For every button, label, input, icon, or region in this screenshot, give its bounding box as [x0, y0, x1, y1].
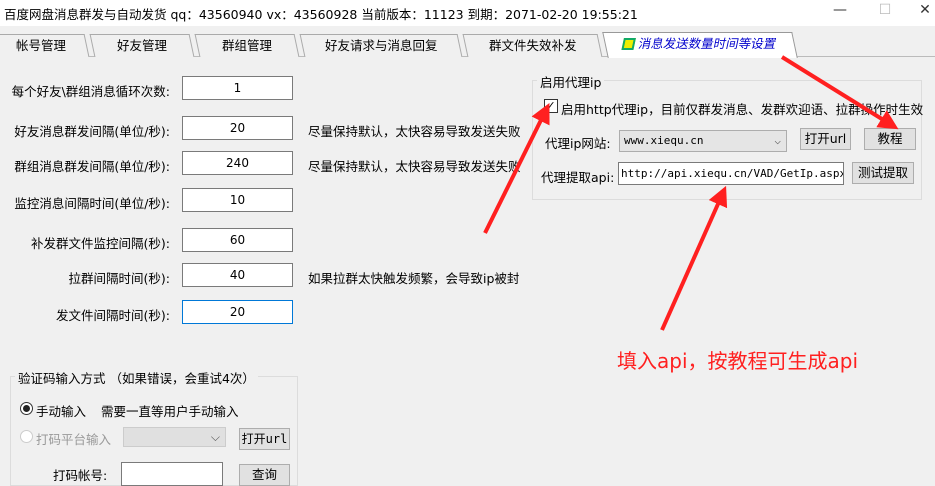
captcha-account-input[interactable] [121, 462, 223, 486]
platform-input-radio[interactable] [20, 430, 33, 443]
tab-groups[interactable]: 群组管理 [194, 34, 300, 57]
enable-proxy-checkbox[interactable]: ✓ [544, 99, 558, 113]
captcha-group-label: 验证码输入方式 （如果错误，会重试4次） [15, 368, 258, 387]
friend-interval-input[interactable]: 20 [182, 116, 293, 140]
close-button[interactable]: ✕ [905, 2, 935, 22]
manual-input-label: 手动输入 [36, 404, 87, 419]
chevron-down-icon: ⌵ [774, 134, 781, 147]
tab-bar: 帐号管理 好友管理 群组管理 好友请求与消息回复 群文件失效补发 消息发送数量时… [0, 32, 935, 58]
tab-group-files[interactable]: 群文件失效补发 [462, 34, 603, 57]
proxy-site-select[interactable]: www.xiequ.cn ⌵ [619, 130, 787, 152]
setting-label: 群组消息群发间隔(单位/秒): [14, 159, 170, 174]
title-bar: 百度网盘消息群发与自动发货 qq：43560940 vx：43560928 当前… [0, 0, 935, 26]
query-button[interactable]: 查询 [239, 464, 290, 486]
tab-requests[interactable]: 好友请求与消息回复 [299, 34, 463, 57]
tab-label: 群组管理 [221, 38, 272, 53]
tab-label: 消息发送数量时间等设置 [637, 36, 779, 51]
proxy-group-label: 启用代理ip [537, 72, 605, 91]
group-interval-input[interactable]: 240 [182, 151, 293, 175]
platform-input-label: 打码平台输入 [36, 432, 112, 447]
tab-label: 帐号管理 [15, 38, 66, 53]
test-extract-button[interactable]: 测试提取 [852, 162, 914, 184]
proxy-api-label: 代理提取api: [541, 170, 615, 185]
arrow-to-api [660, 185, 728, 331]
setting-hint: 尽量保持默认，太快容易导致发送失败 [308, 124, 521, 139]
setting-hint: 如果拉群太快触发频繁，会导致ip被封 [308, 271, 520, 286]
tab-label: 好友请求与消息回复 [324, 38, 438, 53]
maximize-button[interactable]: ☐ [865, 2, 905, 22]
settings-icon [621, 38, 637, 50]
loop-count-input[interactable]: 1 [182, 76, 293, 100]
chevron-down-icon: ⌵ [210, 430, 220, 444]
tab-send-settings[interactable]: 消息发送数量时间等设置 [602, 32, 798, 58]
setting-label: 补发群文件监控间隔(秒): [31, 236, 170, 251]
tab-label: 好友管理 [116, 38, 167, 53]
setting-label: 好友消息群发间隔(单位/秒): [14, 124, 170, 139]
file-send-interval-input[interactable]: 20 [182, 300, 293, 324]
proxy-site-label: 代理ip网站: [545, 136, 611, 151]
window-title: 百度网盘消息群发与自动发货 qq：43560940 vx：43560928 当前… [4, 7, 638, 22]
enable-proxy-label: 启用http代理ip，目前仅群发消息、发群欢迎语、拉群操作时生效 [561, 102, 924, 117]
captcha-open-url-button[interactable]: 打开url [239, 428, 290, 450]
proxy-site-value: www.xiequ.cn [624, 134, 704, 147]
tab-label: 群文件失效补发 [488, 38, 577, 53]
monitor-interval-input[interactable]: 10 [182, 188, 293, 212]
captcha-account-label: 打码帐号: [53, 468, 108, 483]
proxy-api-input[interactable]: http://api.xiequ.cn/VAD/GetIp.aspx?ac [618, 162, 844, 185]
manual-input-radio[interactable] [20, 402, 33, 415]
file-monitor-interval-input[interactable]: 60 [182, 228, 293, 252]
setting-label: 拉群间隔时间(秒): [68, 271, 170, 286]
setting-label: 监控消息间隔时间(单位/秒): [14, 196, 170, 211]
tutorial-button[interactable]: 教程 [864, 128, 916, 150]
setting-label: 发文件间隔时间(秒): [56, 308, 170, 323]
annotation-text: 填入api，按教程可生成api [617, 349, 859, 373]
pull-group-interval-input[interactable]: 40 [182, 263, 293, 287]
open-url-button[interactable]: 打开url [800, 128, 851, 150]
tab-friends[interactable]: 好友管理 [89, 34, 195, 57]
tab-accounts[interactable]: 帐号管理 [0, 34, 90, 57]
minimize-button[interactable]: — [820, 2, 860, 22]
setting-hint: 尽量保持默认，太快容易导致发送失败 [308, 159, 521, 174]
platform-select[interactable]: ⌵ [123, 427, 226, 447]
manual-input-hint: 需要一直等用户手动输入 [101, 404, 239, 419]
setting-label: 每个好友\群组消息循环次数: [11, 84, 170, 99]
